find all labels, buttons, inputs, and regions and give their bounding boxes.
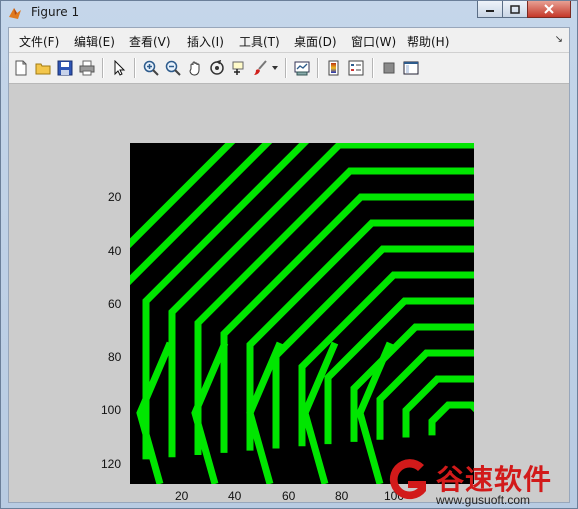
title-bar[interactable]: Figure 1	[1, 1, 577, 25]
menu-tools[interactable]: 工具(T)	[239, 33, 280, 50]
new-figure-button[interactable]	[11, 58, 31, 78]
open-file-button[interactable]	[33, 58, 53, 78]
brush-button[interactable]	[251, 58, 271, 78]
rotate-3d-button[interactable]	[207, 58, 227, 78]
menu-help[interactable]: 帮助(H)	[407, 33, 449, 50]
menu-dock-arrow-icon[interactable]: ↘	[555, 34, 563, 45]
watermark-url: www.gusuoft.com	[436, 493, 531, 507]
new-figure-icon	[15, 60, 27, 76]
menu-file[interactable]: 文件(F)	[19, 33, 59, 50]
save-button[interactable]	[55, 58, 75, 78]
x-tick-label: 60	[282, 489, 296, 503]
brush-icon	[254, 60, 267, 75]
client-area: 文件(F) 编辑(E) 查看(V) 插入(I) 工具(T) 桌面(D) 窗口(W…	[8, 27, 570, 503]
y-tick-label: 80	[108, 350, 122, 364]
watermark-brand: 谷速软件	[436, 463, 553, 496]
minimize-button[interactable]	[477, 1, 503, 18]
watermark: 谷速软件 www.gusuoft.com	[380, 450, 578, 509]
brush-dropdown-icon	[272, 66, 278, 70]
colorbar-button[interactable]	[324, 58, 344, 78]
close-icon	[544, 4, 554, 14]
window-title: Figure 1	[31, 5, 80, 19]
menu-desktop[interactable]: 桌面(D)	[294, 33, 337, 50]
watermark-logo-icon	[389, 459, 426, 500]
maximize-icon	[510, 4, 520, 14]
x-tick-label: 80	[335, 489, 349, 503]
pointer-button[interactable]	[109, 58, 129, 78]
figure-area: 20 40 60 80 100 120 20 40 60 80 100	[9, 84, 569, 503]
pointer-icon	[114, 60, 126, 76]
x-tick-label: 40	[228, 489, 242, 503]
hide-plot-tools-icon	[383, 62, 395, 74]
menu-insert[interactable]: 插入(I)	[187, 33, 224, 50]
y-tick-label: 40	[108, 244, 122, 258]
show-plot-tools-icon	[403, 61, 419, 75]
x-tick-label: 20	[175, 489, 189, 503]
legend-button[interactable]	[346, 58, 366, 78]
print-button[interactable]	[77, 58, 97, 78]
zoom-in-icon	[143, 60, 159, 76]
link-plot-icon	[294, 61, 310, 76]
zoom-out-icon	[165, 60, 181, 76]
close-button[interactable]	[527, 1, 571, 18]
rotate-3d-icon	[210, 60, 224, 75]
y-tick-label: 120	[101, 457, 122, 471]
show-plot-tools-button[interactable]	[401, 58, 421, 78]
colorbar-icon	[328, 60, 339, 76]
pan-button[interactable]	[185, 58, 205, 78]
figure-window: Figure 1 文件(F) 编辑(E) 查看(V) 插入(I) 工具(T) 桌…	[0, 0, 578, 509]
y-tick-label: 20	[108, 190, 122, 204]
open-file-icon	[35, 63, 51, 75]
pan-icon	[189, 61, 200, 76]
image-axes[interactable]	[130, 143, 474, 484]
menu-window[interactable]: 窗口(W)	[351, 33, 396, 50]
zoom-in-button[interactable]	[141, 58, 161, 78]
print-icon	[79, 60, 95, 76]
figure-toolbar	[9, 53, 569, 84]
y-tick-label: 100	[101, 403, 122, 417]
menu-edit[interactable]: 编辑(E)	[74, 33, 115, 50]
legend-icon	[348, 60, 364, 76]
data-cursor-icon	[232, 61, 244, 75]
matlab-logo-icon	[9, 8, 21, 19]
data-cursor-button[interactable]	[229, 58, 249, 78]
minimize-icon	[486, 10, 494, 12]
save-icon	[57, 60, 73, 76]
link-plot-button[interactable]	[292, 58, 312, 78]
zoom-out-button[interactable]	[163, 58, 183, 78]
menu-bar: 文件(F) 编辑(E) 查看(V) 插入(I) 工具(T) 桌面(D) 窗口(W…	[9, 28, 569, 53]
hide-plot-tools-button[interactable]	[379, 58, 399, 78]
y-tick-label: 60	[108, 297, 122, 311]
menu-view[interactable]: 查看(V)	[129, 33, 171, 50]
brush-dropdown-button[interactable]	[270, 58, 280, 78]
maximize-button[interactable]	[502, 1, 528, 18]
